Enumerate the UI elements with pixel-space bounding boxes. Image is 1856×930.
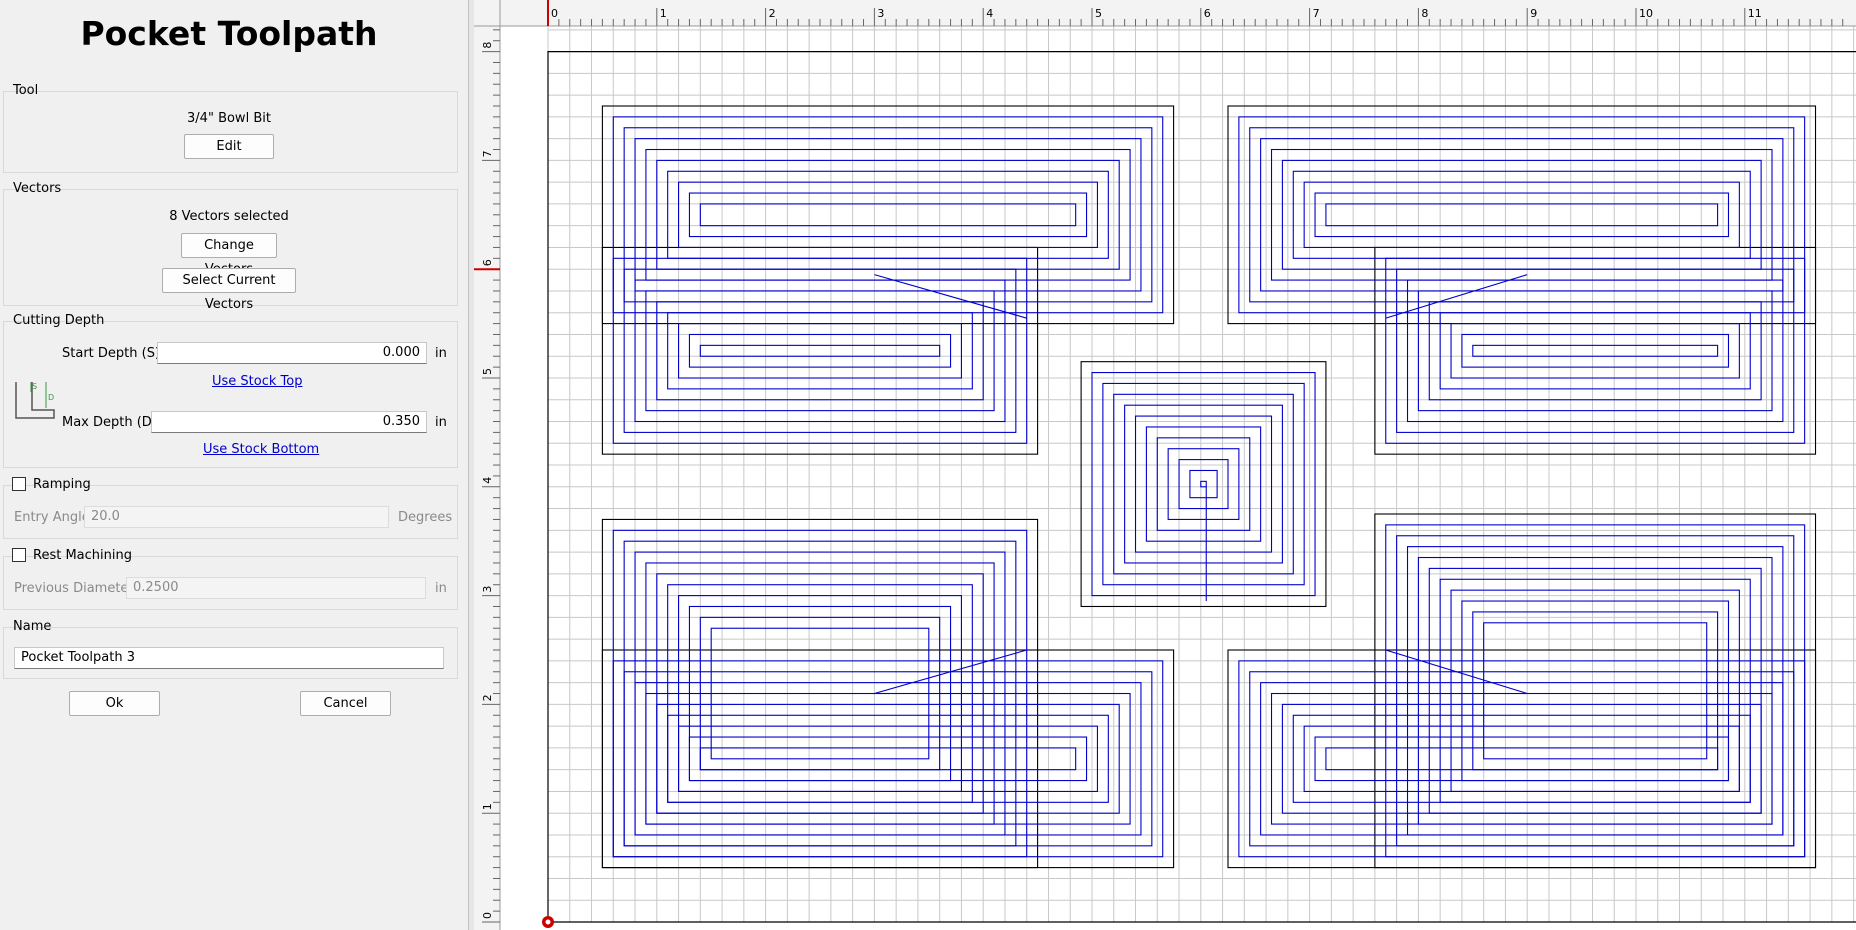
- canvas-svg[interactable]: 0 1 2 3 4 5 6 7 8 9 10 11 0 1 2 3 4 5 6 7 8: [474, 0, 1856, 930]
- use-stock-bottom-link[interactable]: Use Stock Bottom: [203, 442, 319, 457]
- y-ruler-label: 7: [481, 150, 494, 157]
- change-vectors-button[interactable]: Change Vectors: [181, 233, 277, 277]
- name-label: Name: [13, 619, 52, 634]
- depth-diagram-icon: S D: [15, 382, 55, 419]
- start-depth-input[interactable]: 0.000: [157, 342, 427, 364]
- x-ruler-label: 11: [1748, 7, 1762, 20]
- vectors-group-label: Vectors: [13, 181, 62, 196]
- vectors-status: 8 Vectors selected: [169, 209, 289, 224]
- max-depth-unit: in: [435, 415, 447, 430]
- ok-button[interactable]: Ok: [69, 691, 160, 716]
- x-ruler-label: 6: [1204, 7, 1211, 20]
- diagram-s-label: S: [32, 382, 37, 391]
- ramping-checkbox[interactable]: [12, 477, 26, 491]
- start-depth-unit: in: [435, 346, 447, 361]
- tool-name: 3/4" Bowl Bit: [187, 111, 271, 126]
- x-ruler-label: 4: [986, 7, 993, 20]
- entry-angle-input[interactable]: 20.0: [84, 506, 389, 528]
- y-ruler-label: 8: [481, 42, 494, 49]
- x-ruler-label: 10: [1639, 7, 1653, 20]
- entry-angle-unit: Degrees: [398, 510, 453, 525]
- y-ruler-label: 5: [481, 368, 494, 375]
- max-depth-input[interactable]: 0.350: [151, 411, 427, 433]
- max-depth-label: Max Depth (D): [62, 415, 157, 430]
- ramping-label: Ramping: [33, 477, 91, 492]
- drawing-canvas[interactable]: 0 1 2 3 4 5 6 7 8 9 10 11 0 1 2 3 4 5 6 7 8: [474, 0, 1856, 930]
- tool-group-label: Tool: [13, 83, 39, 98]
- previous-diameter-label: Previous Diameter: [14, 581, 134, 596]
- use-stock-top-link[interactable]: Use Stock Top: [212, 374, 302, 389]
- y-ruler-label: 6: [481, 259, 494, 266]
- start-depth-label: Start Depth (S): [62, 346, 161, 361]
- x-ruler-label: 8: [1421, 7, 1428, 20]
- y-ruler-label: 3: [481, 586, 494, 593]
- x-ruler-label: 5: [1095, 7, 1102, 20]
- tool-group: [3, 91, 458, 173]
- toolpath-panel: Pocket Toolpath Tool 3/4" Bowl Bit Edit …: [0, 0, 468, 930]
- panel-title: Pocket Toolpath: [80, 14, 378, 53]
- x-ruler-label: 0: [551, 7, 558, 20]
- toolpath-name-input[interactable]: Pocket Toolpath 3: [14, 647, 444, 669]
- x-ruler-label: 2: [769, 7, 776, 20]
- rest-machining-label: Rest Machining: [33, 548, 132, 563]
- y-ruler-label: 4: [481, 477, 494, 484]
- select-current-vectors-button[interactable]: Select Current Vectors: [162, 268, 296, 312]
- cancel-button[interactable]: Cancel: [300, 691, 391, 716]
- cutting-depth-label: Cutting Depth: [13, 313, 105, 328]
- x-ruler-label: 9: [1530, 7, 1537, 20]
- previous-diameter-unit: in: [435, 581, 447, 596]
- x-ruler-label: 1: [660, 7, 667, 20]
- y-ruler-label: 0: [481, 912, 494, 919]
- origin-marker-center: [545, 919, 551, 925]
- y-ruler-label: 1: [481, 803, 494, 810]
- x-ruler-label: 7: [1313, 7, 1320, 20]
- x-ruler-label: 3: [877, 7, 884, 20]
- previous-diameter-input[interactable]: 0.2500: [126, 577, 426, 599]
- y-ruler-label: 2: [481, 694, 494, 701]
- diagram-d-label: D: [48, 393, 54, 402]
- rest-machining-checkbox[interactable]: [12, 548, 26, 562]
- edit-tool-button[interactable]: Edit: [184, 134, 274, 159]
- entry-angle-label: Entry Angle: [14, 510, 90, 525]
